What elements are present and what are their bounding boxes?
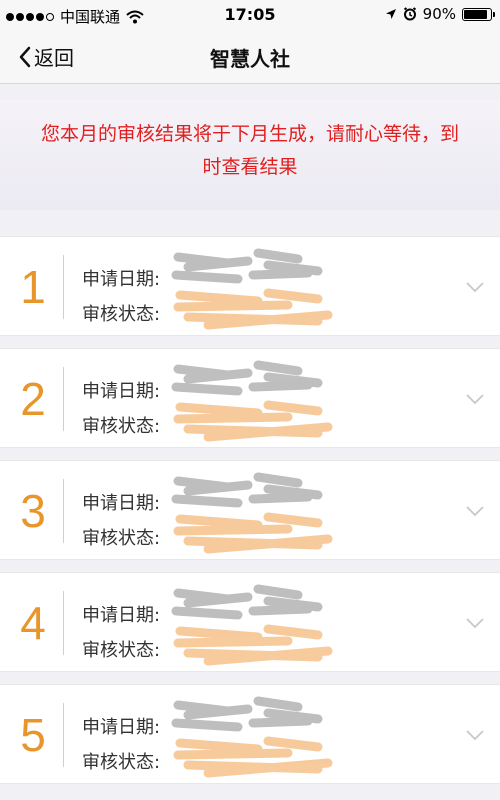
record-number: 3 <box>20 485 46 537</box>
chevron-down-icon[interactable] <box>466 281 484 293</box>
divider <box>63 591 64 655</box>
notice-line-2: 时查看结果 <box>202 156 298 178</box>
record-number: 2 <box>20 373 46 425</box>
record-card[interactable]: 5 申请日期: 审核状态: <box>0 684 500 784</box>
location-arrow-icon <box>385 9 396 19</box>
battery-icon <box>462 7 495 21</box>
chevron-down-icon[interactable] <box>466 729 484 741</box>
record-list: 1 申请日期: 审核状态: 2 申请日期: 审核状态: 3 申请日期: 审核状态… <box>0 236 500 796</box>
record-number: 4 <box>20 597 46 649</box>
record-card[interactable]: 4 申请日期: 审核状态: <box>0 572 500 672</box>
divider <box>63 255 64 319</box>
status-indicators: 90% <box>385 5 495 23</box>
date-label: 申请日期: <box>82 605 161 626</box>
date-label: 申请日期: <box>82 269 161 290</box>
chevron-down-icon[interactable] <box>466 505 484 517</box>
date-label: 申请日期: <box>82 381 161 402</box>
chevron-down-icon[interactable] <box>466 393 484 405</box>
notice-banner: 您本月的审核结果将于下月生成，请耐心等待，到 时查看结果 <box>0 100 500 210</box>
status-label: 审核状态: <box>82 640 161 661</box>
redaction-scribble <box>171 248 333 330</box>
date-label: 申请日期: <box>82 493 161 514</box>
redaction-scribble <box>171 472 333 554</box>
chevron-down-icon[interactable] <box>466 617 484 629</box>
date-label: 申请日期: <box>82 717 161 738</box>
divider <box>63 479 64 543</box>
status-label: 审核状态: <box>82 416 161 437</box>
redaction-scribble <box>171 584 333 666</box>
divider <box>63 367 64 431</box>
record-card[interactable]: 2 申请日期: 审核状态: <box>0 348 500 448</box>
record-number: 1 <box>20 261 46 313</box>
record-card[interactable]: 1 申请日期: 审核状态: <box>0 236 500 336</box>
redaction-scribble <box>171 696 333 778</box>
redaction-scribble <box>171 360 333 442</box>
status-label: 审核状态: <box>82 528 161 549</box>
status-bar: 中国联通 17:05 90% <box>0 0 500 30</box>
status-label: 审核状态: <box>82 752 161 773</box>
battery-percent: 90% <box>422 5 456 23</box>
alarm-icon <box>403 7 416 21</box>
divider <box>63 703 64 767</box>
status-label: 审核状态: <box>82 304 161 325</box>
page-title: 智慧人社 <box>210 47 290 71</box>
record-card[interactable]: 3 申请日期: 审核状态: <box>0 460 500 560</box>
record-number: 5 <box>20 709 46 761</box>
notice-line-1: 您本月的审核结果将于下月生成，请耐心等待，到 <box>40 123 459 145</box>
navigation-bar: 返回 智慧人社 <box>0 30 500 84</box>
